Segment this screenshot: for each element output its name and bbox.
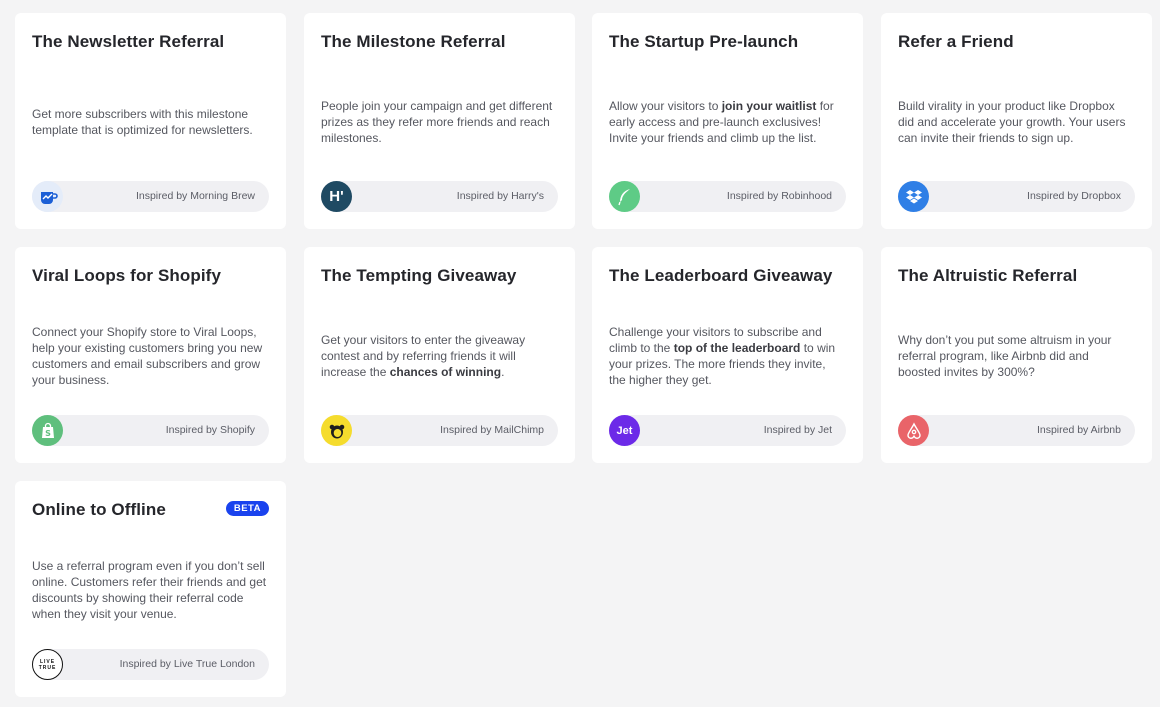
inspired-by-label: Inspired by Live True London	[119, 658, 255, 670]
template-card-newsletter-referral[interactable]: The Newsletter Referral Get more subscri…	[15, 13, 286, 229]
card-title: The Newsletter Referral	[32, 32, 225, 51]
inspired-by-pill: Inspired by Dropbox	[898, 181, 1135, 212]
template-card-viral-loops-shopify[interactable]: Viral Loops for Shopify Connect your Sho…	[15, 247, 286, 463]
inspired-by-label: Inspired by Airbnb	[1036, 424, 1121, 436]
mailchimp-icon	[321, 415, 352, 446]
harrys-icon: H'	[321, 181, 352, 212]
inspired-by-pill: Inspired by Airbnb	[898, 415, 1135, 446]
inspired-by-pill: Jet Inspired by Jet	[609, 415, 846, 446]
inspired-by-label: Inspired by Dropbox	[1027, 190, 1121, 202]
inspired-by-label: Inspired by Harry's	[456, 190, 544, 202]
shopify-bag-icon: S	[32, 415, 63, 446]
inspired-by-pill: Inspired by MailChimp	[321, 415, 558, 446]
airbnb-icon	[898, 415, 929, 446]
jet-icon: Jet	[609, 415, 640, 446]
inspired-by-pill: LIVE TRUE Inspired by Live True London	[32, 649, 269, 680]
dropbox-icon	[898, 181, 929, 212]
template-card-milestone-referral[interactable]: The Milestone Referral People join your …	[304, 13, 575, 229]
inspired-by-label: Inspired by Shopify	[165, 424, 255, 436]
card-title: The Leaderboard Giveaway	[609, 266, 833, 285]
card-title: Online to Offline	[32, 500, 166, 519]
live-true-london-icon: LIVE TRUE	[32, 649, 63, 680]
card-title: The Milestone Referral	[321, 32, 506, 51]
card-title: The Tempting Giveaway	[321, 266, 517, 285]
template-card-startup-prelaunch[interactable]: The Startup Pre-launch Allow your visito…	[592, 13, 863, 229]
inspired-by-label: Inspired by Jet	[763, 424, 832, 436]
card-title: The Startup Pre-launch	[609, 32, 799, 51]
card-title: Refer a Friend	[898, 32, 1014, 51]
template-grid: The Newsletter Referral Get more subscri…	[0, 0, 1160, 707]
card-title: The Altruistic Referral	[898, 266, 1078, 285]
inspired-by-pill: H' Inspired by Harry's	[321, 181, 558, 212]
template-card-tempting-giveaway[interactable]: The Tempting Giveaway Get your visitors …	[304, 247, 575, 463]
template-card-refer-a-friend[interactable]: Refer a Friend Build virality in your pr…	[881, 13, 1152, 229]
morning-brew-icon	[32, 181, 63, 212]
inspired-by-label: Inspired by Morning Brew	[135, 190, 255, 202]
inspired-by-label: Inspired by Robinhood	[726, 190, 832, 202]
template-card-online-to-offline[interactable]: Online to Offline BETA Use a referral pr…	[15, 481, 286, 697]
card-title: Viral Loops for Shopify	[32, 266, 222, 285]
inspired-by-pill: S Inspired by Shopify	[32, 415, 269, 446]
template-card-leaderboard-giveaway[interactable]: The Leaderboard Giveaway Challenge your …	[592, 247, 863, 463]
inspired-by-pill: Inspired by Robinhood	[609, 181, 846, 212]
robinhood-feather-icon	[609, 181, 640, 212]
template-card-altruistic-referral[interactable]: The Altruistic Referral Why don’t you pu…	[881, 247, 1152, 463]
beta-badge: BETA	[225, 501, 269, 516]
inspired-by-label: Inspired by MailChimp	[440, 424, 544, 436]
inspired-by-pill: Inspired by Morning Brew	[32, 181, 269, 212]
svg-text:S: S	[45, 429, 51, 438]
